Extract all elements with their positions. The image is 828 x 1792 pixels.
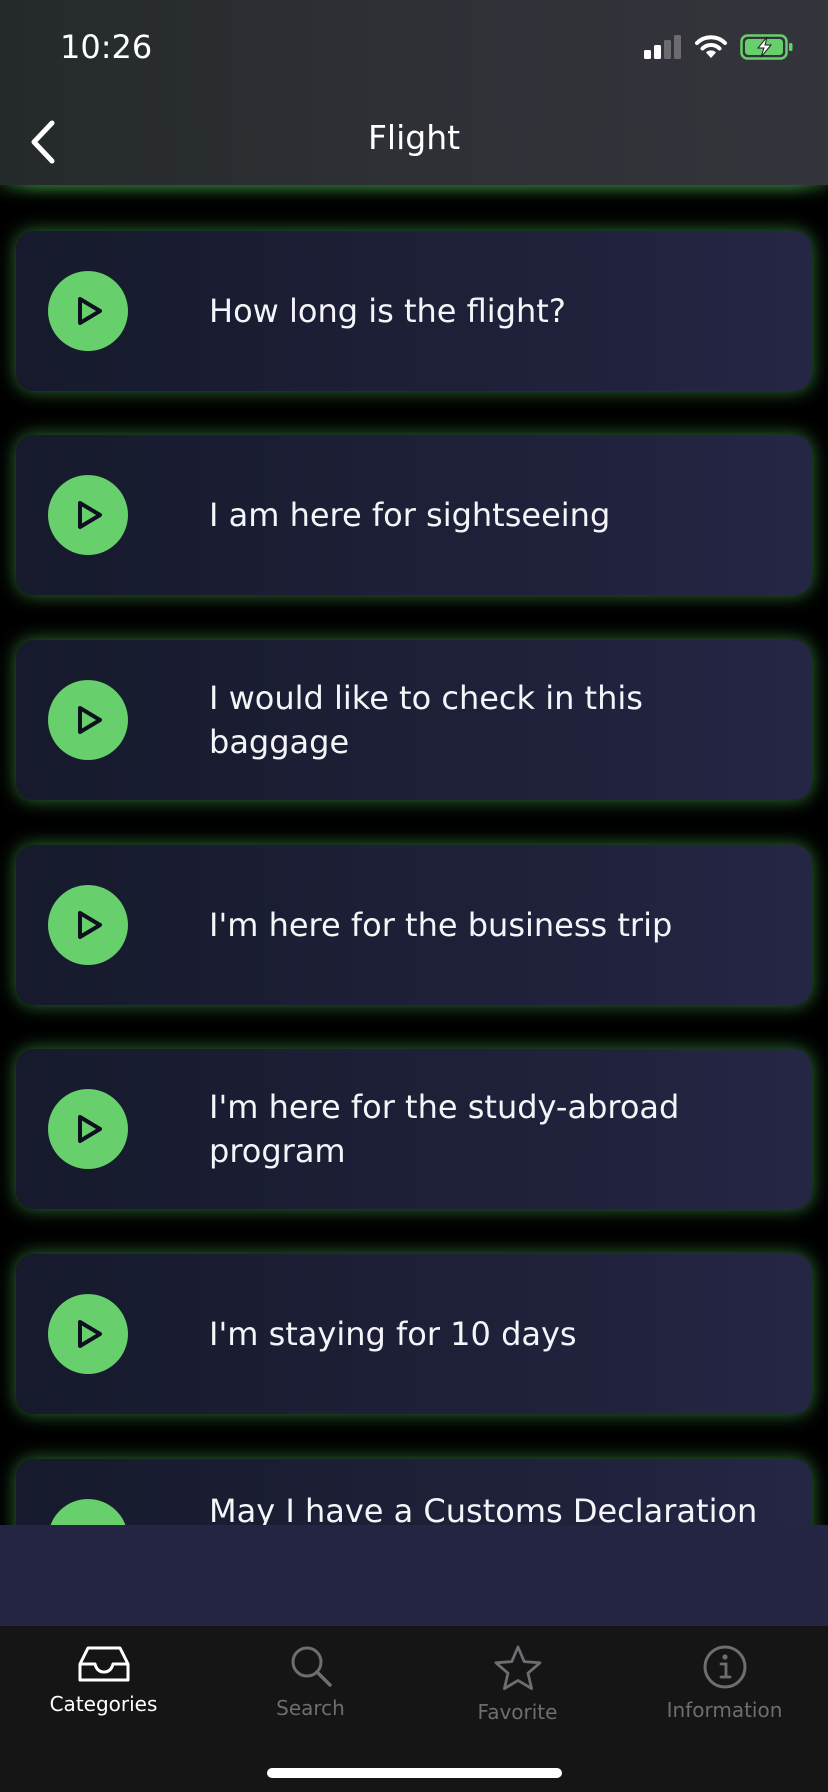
inbox-icon <box>78 1646 129 1682</box>
play-icon <box>78 706 102 734</box>
info-icon <box>703 1645 746 1689</box>
signal-icon <box>644 35 681 59</box>
tab-categories[interactable]: Categories <box>0 1644 207 1716</box>
nav-header: 10:26 Flight <box>0 0 828 185</box>
battery-charging-icon <box>740 34 793 60</box>
tab-label: Categories <box>49 1692 158 1716</box>
page-title: Flight <box>367 118 461 157</box>
status-time: 10:26 <box>60 28 153 66</box>
play-button[interactable] <box>48 475 128 555</box>
tab-label: Favorite <box>477 1700 558 1724</box>
phrase-text: I'm here for the business trip <box>209 906 673 944</box>
tab-bar: Categories Search Favorite Information <box>0 1625 828 1792</box>
phrase-text: How long is the flight? <box>209 292 566 330</box>
phrase-list[interactable]: How long is the flight? I am here for si… <box>0 185 828 1525</box>
play-icon <box>78 1115 102 1143</box>
tab-information[interactable]: Information <box>621 1644 828 1722</box>
phrase-text: I'm here for the study-abroad program <box>209 1088 680 1170</box>
play-button[interactable] <box>48 1089 128 1169</box>
phrase-card[interactable]: I'm here for the business trip <box>16 845 812 1005</box>
phrase-card[interactable]: I'm staying for 10 days <box>16 1254 812 1414</box>
status-icons <box>644 34 794 60</box>
phrase-card[interactable]: I am here for sightseeing <box>16 435 812 595</box>
play-button[interactable] <box>48 885 128 965</box>
play-icon <box>78 297 102 325</box>
play-button[interactable] <box>48 1499 128 1525</box>
tab-search[interactable]: Search <box>207 1644 414 1720</box>
phrase-text: I'm staying for 10 days <box>209 1315 577 1353</box>
search-icon <box>291 1646 332 1687</box>
tab-favorite[interactable]: Favorite <box>414 1644 621 1724</box>
play-button[interactable] <box>48 1294 128 1374</box>
phrase-card[interactable]: May I have a Customs Declaration <box>16 1459 812 1525</box>
play-button[interactable] <box>48 271 128 351</box>
phrase-card[interactable]: I would like to check in this baggage <box>16 640 812 800</box>
phrase-text: May I have a Customs Declaration <box>209 1492 758 1525</box>
tab-label: Search <box>276 1696 345 1720</box>
phrase-card[interactable]: How long is the flight? <box>16 231 812 391</box>
play-icon <box>78 911 102 939</box>
tab-label: Information <box>666 1698 783 1722</box>
phrase-card[interactable]: I'm here for the study-abroad program <box>16 1049 812 1209</box>
banner-area <box>0 1525 828 1625</box>
phrase-text: I would like to check in this baggage <box>209 679 643 761</box>
star-icon <box>494 1645 541 1690</box>
home-indicator <box>267 1768 562 1778</box>
wifi-icon <box>695 35 727 58</box>
play-button[interactable] <box>48 680 128 760</box>
phrase-text: I am here for sightseeing <box>209 496 611 534</box>
play-icon <box>78 501 102 529</box>
play-icon <box>78 1320 102 1348</box>
